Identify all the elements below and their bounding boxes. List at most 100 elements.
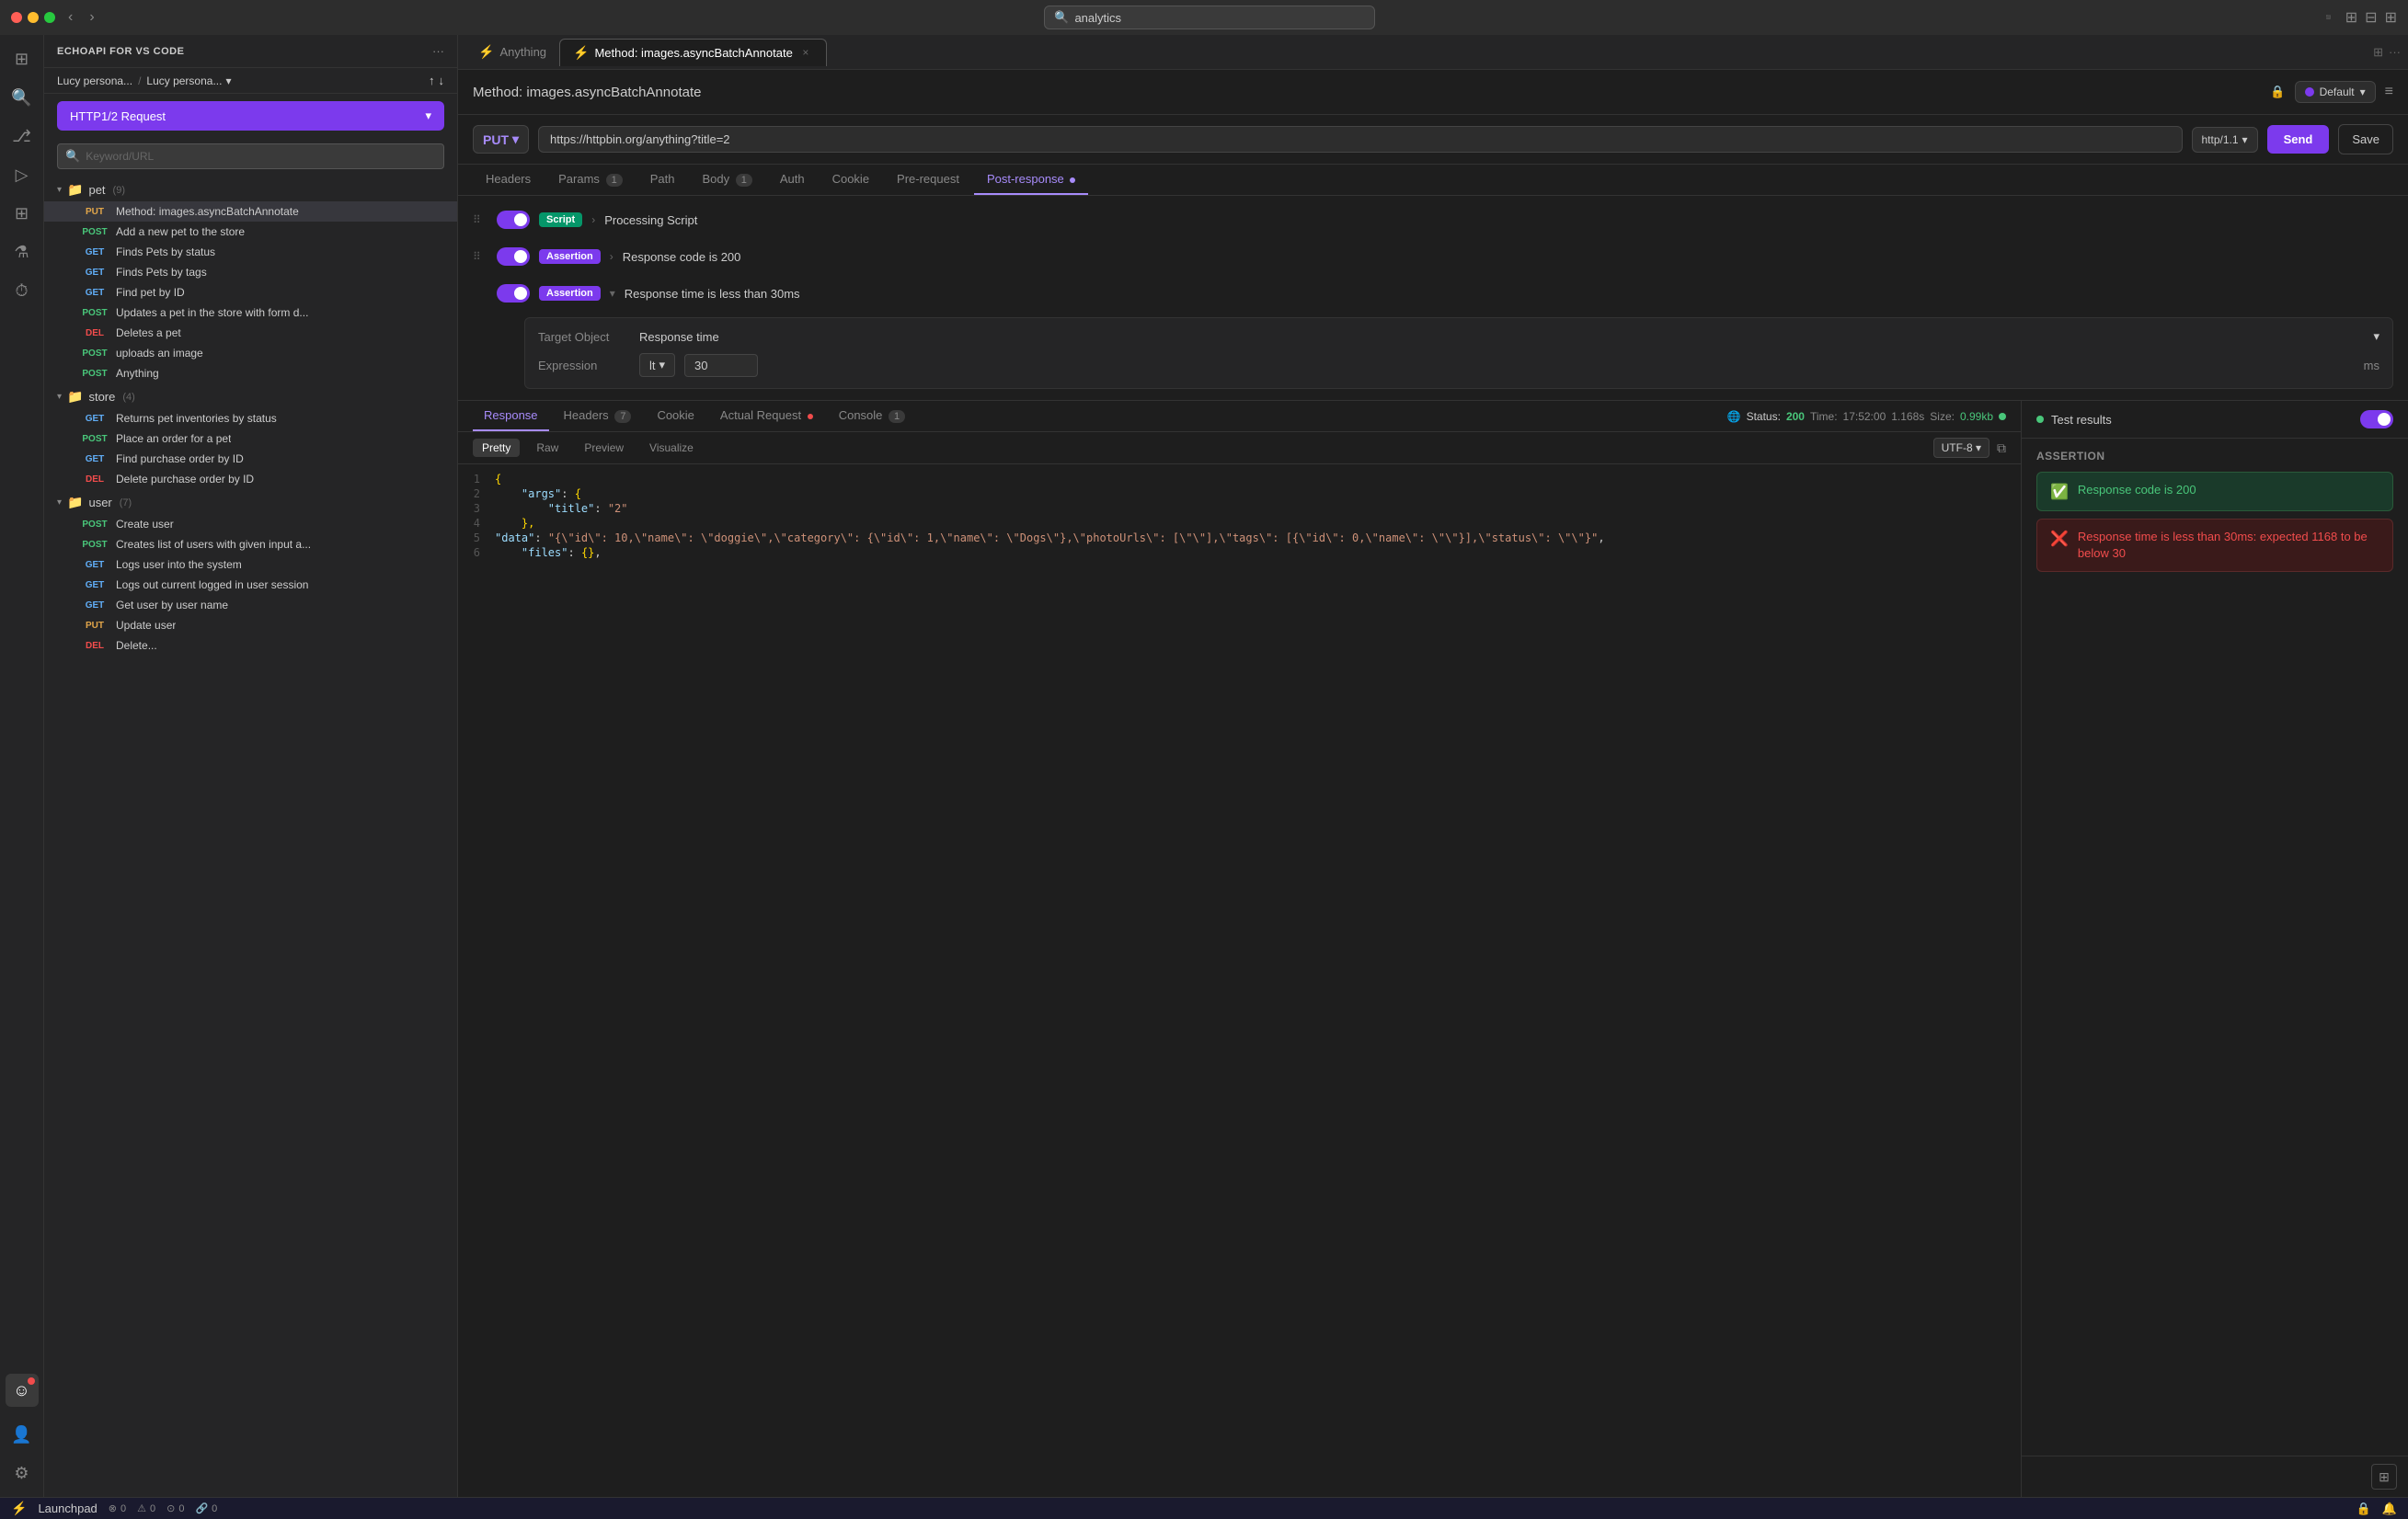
tab-cookie[interactable]: Cookie (820, 165, 882, 195)
request-more-icon[interactable]: ≡ (2385, 84, 2393, 100)
close-window-button[interactable] (11, 12, 22, 23)
target-chevron-icon[interactable]: ▾ (2373, 329, 2379, 344)
user-icon-button[interactable]: 👤 (6, 1418, 39, 1451)
expression-selector[interactable]: lt ▾ (639, 353, 675, 377)
back-button[interactable]: ‹ (63, 7, 78, 28)
tree-item-get-pets-tags[interactable]: GET Finds Pets by tags (44, 262, 457, 282)
tree-item-get-login[interactable]: GET Logs user into the system (44, 554, 457, 575)
tree-item-get-order[interactable]: GET Find purchase order by ID (44, 449, 457, 469)
assertion-2-toggle[interactable] (497, 284, 530, 303)
title-bar: ‹ › 🔍 ▪️ ⊞ ⊟ ⊞ (0, 0, 2408, 35)
format-visualize-button[interactable]: Visualize (640, 439, 703, 457)
http-version-selector[interactable]: http/1.1 ▾ (2192, 127, 2258, 153)
history-icon-button[interactable]: ⏱ (6, 274, 39, 307)
env-icon-group: ↑ ↓ (429, 74, 444, 87)
minimize-window-button[interactable] (28, 12, 39, 23)
tree-group-store-header[interactable]: ▾ 📁 store (4) (44, 385, 457, 408)
tree-item-get-user[interactable]: GET Get user by user name (44, 595, 457, 615)
method-selector[interactable]: PUT ▾ (473, 125, 529, 154)
notification-icon-button[interactable]: ☺ (6, 1374, 39, 1407)
sidebar-more-icon[interactable]: ··· (432, 44, 444, 58)
assertion-2-expand-icon[interactable]: ▾ (610, 287, 615, 300)
tab-post-response[interactable]: Post-response (974, 165, 1088, 195)
tab-path[interactable]: Path (637, 165, 688, 195)
sidebar-search[interactable]: 🔍 (57, 143, 444, 169)
resp-tab-response[interactable]: Response (473, 401, 549, 431)
tree-item-put-update-user[interactable]: PUT Update user (44, 615, 457, 635)
save-button[interactable]: Save (2338, 124, 2393, 154)
url-input[interactable] (550, 132, 2170, 146)
tree-group-pet-header[interactable]: ▾ 📁 pet (9) (44, 178, 457, 201)
assertion-value-input[interactable] (684, 354, 758, 377)
env-selector[interactable]: Default ▾ (2295, 81, 2376, 103)
assertion-1-expand-icon[interactable]: › (610, 250, 613, 263)
tree-item-post-create-users-list[interactable]: POST Creates list of users with given in… (44, 534, 457, 554)
tree-item-del-pet[interactable]: DEL Deletes a pet (44, 323, 457, 343)
sidebar-search-input[interactable] (86, 150, 436, 163)
resp-tab-headers[interactable]: Headers 7 (553, 401, 643, 431)
http-request-button[interactable]: HTTP1/2 Request ▾ (57, 101, 444, 131)
sidebar-toggle-icon[interactable]: ▪️ (2320, 8, 2338, 27)
tree-item-post-add-pet[interactable]: POST Add a new pet to the store (44, 222, 457, 242)
settings-icon-button[interactable]: ⚙ (6, 1456, 39, 1490)
tree-item-del-user[interactable]: DEL Delete... (44, 635, 457, 656)
tree-item-del-order[interactable]: DEL Delete purchase order by ID (44, 469, 457, 489)
tab-auth[interactable]: Auth (767, 165, 818, 195)
script-toggle[interactable] (497, 211, 530, 229)
tree-item-get-pets-status[interactable]: GET Finds Pets by status (44, 242, 457, 262)
tab-body[interactable]: Body 1 (689, 165, 764, 195)
test-results-toggle[interactable] (2360, 410, 2393, 428)
assertion-1-toggle[interactable] (497, 247, 530, 266)
split-icon[interactable]: ⊟ (2365, 8, 2377, 27)
resp-tab-cookie[interactable]: Cookie (646, 401, 705, 431)
workspace-label: Lucy persona... (57, 74, 132, 87)
cloud-download-icon[interactable]: ↓ (439, 74, 445, 87)
tree-item-post-uploads[interactable]: POST uploads an image (44, 343, 457, 363)
tab-close-button[interactable]: × (798, 45, 813, 60)
maximize-window-button[interactable] (44, 12, 55, 23)
env-dropdown[interactable]: Lucy persona... ▾ (146, 74, 231, 87)
tab-headers[interactable]: Headers (473, 165, 544, 195)
run-icon-button[interactable]: ▷ (6, 158, 39, 191)
tree-item-post-anything[interactable]: POST Anything (44, 363, 457, 383)
tree-group-user-header[interactable]: ▾ 📁 user (7) (44, 491, 457, 514)
test-results-layout-icon[interactable]: ⊞ (2371, 1464, 2397, 1490)
encoding-selector[interactable]: UTF-8 ▾ (1933, 438, 1989, 458)
home-icon-button[interactable]: ⊞ (6, 42, 39, 75)
drag-handle-icon[interactable]: ⠿ (473, 213, 487, 226)
layout-icon[interactable]: ⊞ (2345, 8, 2357, 27)
copy-response-button[interactable]: ⧉ (1997, 440, 2006, 456)
script-expand-icon[interactable]: › (591, 213, 595, 226)
grid-layout-icon[interactable]: ⊞ (2385, 8, 2397, 27)
format-raw-button[interactable]: Raw (527, 439, 568, 457)
resp-tab-actual-request[interactable]: Actual Request (709, 401, 824, 431)
beaker-icon-button[interactable]: ⚗ (6, 235, 39, 268)
cloud-upload-icon[interactable]: ↑ (429, 74, 435, 87)
drag-handle-icon[interactable]: ⠿ (473, 250, 487, 263)
tree-item-get-pet-id[interactable]: GET Find pet by ID (44, 282, 457, 303)
tree-item-get-inventories[interactable]: GET Returns pet inventories by status (44, 408, 457, 428)
send-button[interactable]: Send (2267, 125, 2330, 154)
tab-more-icon[interactable]: ··· (2389, 45, 2401, 60)
forward-button[interactable]: › (84, 7, 99, 28)
layout-toggle-icon[interactable]: ⊞ (2373, 45, 2383, 60)
tree-item-post-order[interactable]: POST Place an order for a pet (44, 428, 457, 449)
format-pretty-button[interactable]: Pretty (473, 439, 520, 457)
branch-icon-button[interactable]: ⎇ (6, 120, 39, 153)
tree-item-post-update-pet[interactable]: POST Updates a pet in the store with for… (44, 303, 457, 323)
format-preview-button[interactable]: Preview (575, 439, 633, 457)
address-input[interactable] (1074, 11, 1365, 25)
tab-pre-request[interactable]: Pre-request (884, 165, 972, 195)
line-content: "args": { (495, 487, 581, 500)
tree-item-get-logout[interactable]: GET Logs out current logged in user sess… (44, 575, 457, 595)
tab-params[interactable]: Params 1 (545, 165, 636, 195)
search-icon-button[interactable]: 🔍 (6, 81, 39, 114)
tree-item-put-method[interactable]: PUT Method: images.asyncBatchAnnotate (44, 201, 457, 222)
address-bar[interactable]: 🔍 (1044, 6, 1375, 29)
tree-item-post-create-user[interactable]: POST Create user (44, 514, 457, 534)
tab-anything[interactable]: ⚡ Anything (465, 39, 559, 65)
resp-tab-console[interactable]: Console 1 (828, 401, 916, 431)
url-input-container[interactable] (538, 126, 2182, 153)
grid-icon-button[interactable]: ⊞ (6, 197, 39, 230)
tab-method[interactable]: ⚡ Method: images.asyncBatchAnnotate × (559, 39, 827, 66)
